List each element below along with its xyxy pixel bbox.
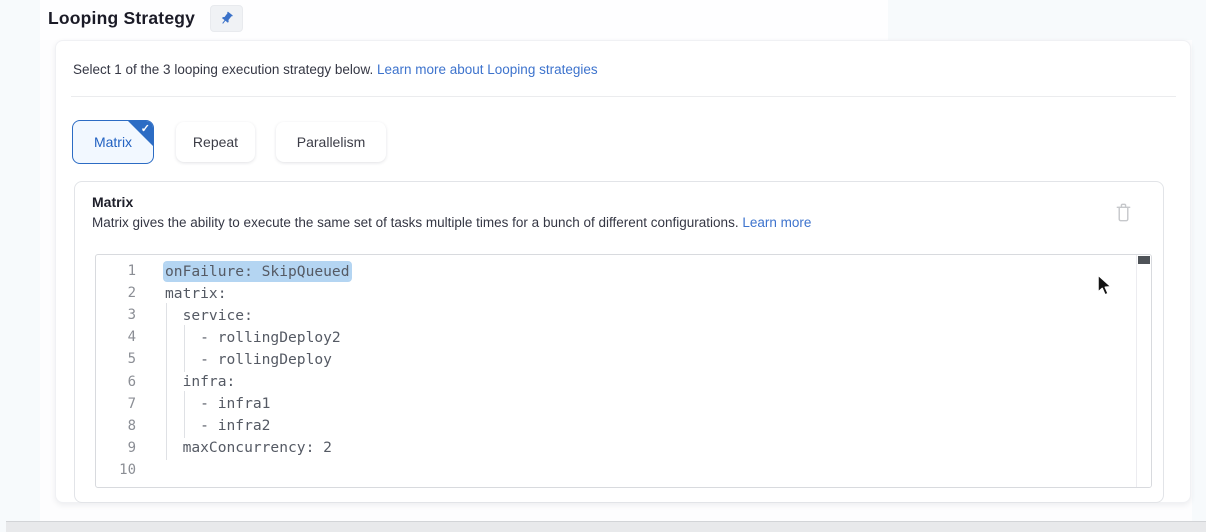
scrollbar-thumb[interactable] bbox=[1138, 256, 1150, 264]
line-number: 9 bbox=[96, 440, 136, 456]
indent-guide bbox=[184, 347, 185, 372]
code-text: matrix: bbox=[165, 285, 227, 302]
line-number: 6 bbox=[96, 374, 136, 390]
learn-more-link[interactable]: Learn more bbox=[742, 215, 811, 230]
code-line[interactable]: 9 maxConcurrency: 2 bbox=[96, 437, 1135, 459]
mouse-cursor bbox=[1096, 274, 1115, 303]
code-line[interactable]: 8 - infra2 bbox=[96, 415, 1135, 437]
code-line[interactable]: 2 matrix: bbox=[96, 282, 1135, 304]
panel-title: Matrix bbox=[92, 194, 133, 210]
panel-description: Matrix gives the ability to execute the … bbox=[92, 215, 811, 230]
tab-label: Repeat bbox=[193, 134, 238, 150]
code-lines: 1 onFailure: SkipQueued 2 matrix: 3 service:… bbox=[96, 260, 1135, 481]
code-line[interactable]: 3 service: bbox=[96, 304, 1135, 326]
intro-sentence: Select 1 of the 3 looping execution stra… bbox=[73, 62, 377, 77]
code-text: - infra1 bbox=[165, 395, 270, 412]
code-line[interactable]: 10 bbox=[96, 459, 1135, 481]
code-text: onFailure: SkipQueued bbox=[165, 263, 350, 280]
tab-label: Matrix bbox=[94, 134, 132, 150]
code-line[interactable]: 4 - rollingDeploy2 bbox=[96, 326, 1135, 348]
yaml-editor[interactable]: 1 onFailure: SkipQueued 2 matrix: 3 service:… bbox=[95, 254, 1152, 488]
code-text: - rollingDeploy2 bbox=[165, 329, 341, 346]
strategy-card: Select 1 of the 3 looping execution stra… bbox=[55, 40, 1191, 503]
header: Looping Strategy bbox=[48, 5, 243, 32]
tab-matrix[interactable]: Matrix ✓ bbox=[72, 120, 154, 164]
looping-strategy-panel: Looping Strategy Select 1 of the 3 loopi… bbox=[0, 0, 1206, 532]
pin-button[interactable] bbox=[210, 5, 243, 32]
code-line[interactable]: 1 onFailure: SkipQueued bbox=[96, 260, 1135, 282]
intro-text: Select 1 of the 3 looping execution stra… bbox=[73, 62, 598, 77]
code-text: infra: bbox=[165, 373, 235, 390]
code-line[interactable]: 5 - rollingDeploy bbox=[96, 348, 1135, 370]
code-text: - rollingDeploy bbox=[165, 351, 332, 368]
panel-description-text: Matrix gives the ability to execute the … bbox=[92, 215, 742, 230]
code-text: maxConcurrency: 2 bbox=[165, 439, 332, 456]
tab-parallelism[interactable]: Parallelism bbox=[276, 122, 386, 162]
line-number: 7 bbox=[96, 396, 136, 412]
pin-icon bbox=[219, 11, 234, 26]
line-number: 5 bbox=[96, 351, 136, 367]
learn-more-strategies-link[interactable]: Learn more about Looping strategies bbox=[377, 62, 598, 77]
line-number: 4 bbox=[96, 329, 136, 345]
delete-strategy-button[interactable] bbox=[1114, 202, 1133, 223]
page-title: Looping Strategy bbox=[48, 8, 195, 29]
tab-repeat[interactable]: Repeat bbox=[176, 122, 255, 162]
line-number: 3 bbox=[96, 307, 136, 323]
editor-scrollbar[interactable] bbox=[1136, 255, 1151, 487]
line-number: 8 bbox=[96, 418, 136, 434]
indent-guide bbox=[184, 413, 185, 438]
line-number: 2 bbox=[96, 285, 136, 301]
trash-icon bbox=[1114, 202, 1133, 223]
indent-guide bbox=[166, 435, 167, 460]
selected-code: onFailure: SkipQueued bbox=[165, 263, 350, 280]
code-text: - infra2 bbox=[165, 417, 270, 434]
line-number: 10 bbox=[96, 462, 136, 478]
bottom-bar bbox=[6, 521, 1206, 532]
code-line[interactable]: 6 infra: bbox=[96, 370, 1135, 392]
check-icon: ✓ bbox=[141, 122, 150, 135]
line-number: 1 bbox=[96, 263, 136, 279]
code-line[interactable]: 7 - infra1 bbox=[96, 393, 1135, 415]
matrix-panel: Matrix Matrix gives the ability to execu… bbox=[74, 181, 1164, 503]
divider bbox=[71, 96, 1176, 97]
code-text: service: bbox=[165, 307, 253, 324]
tab-label: Parallelism bbox=[297, 134, 365, 150]
